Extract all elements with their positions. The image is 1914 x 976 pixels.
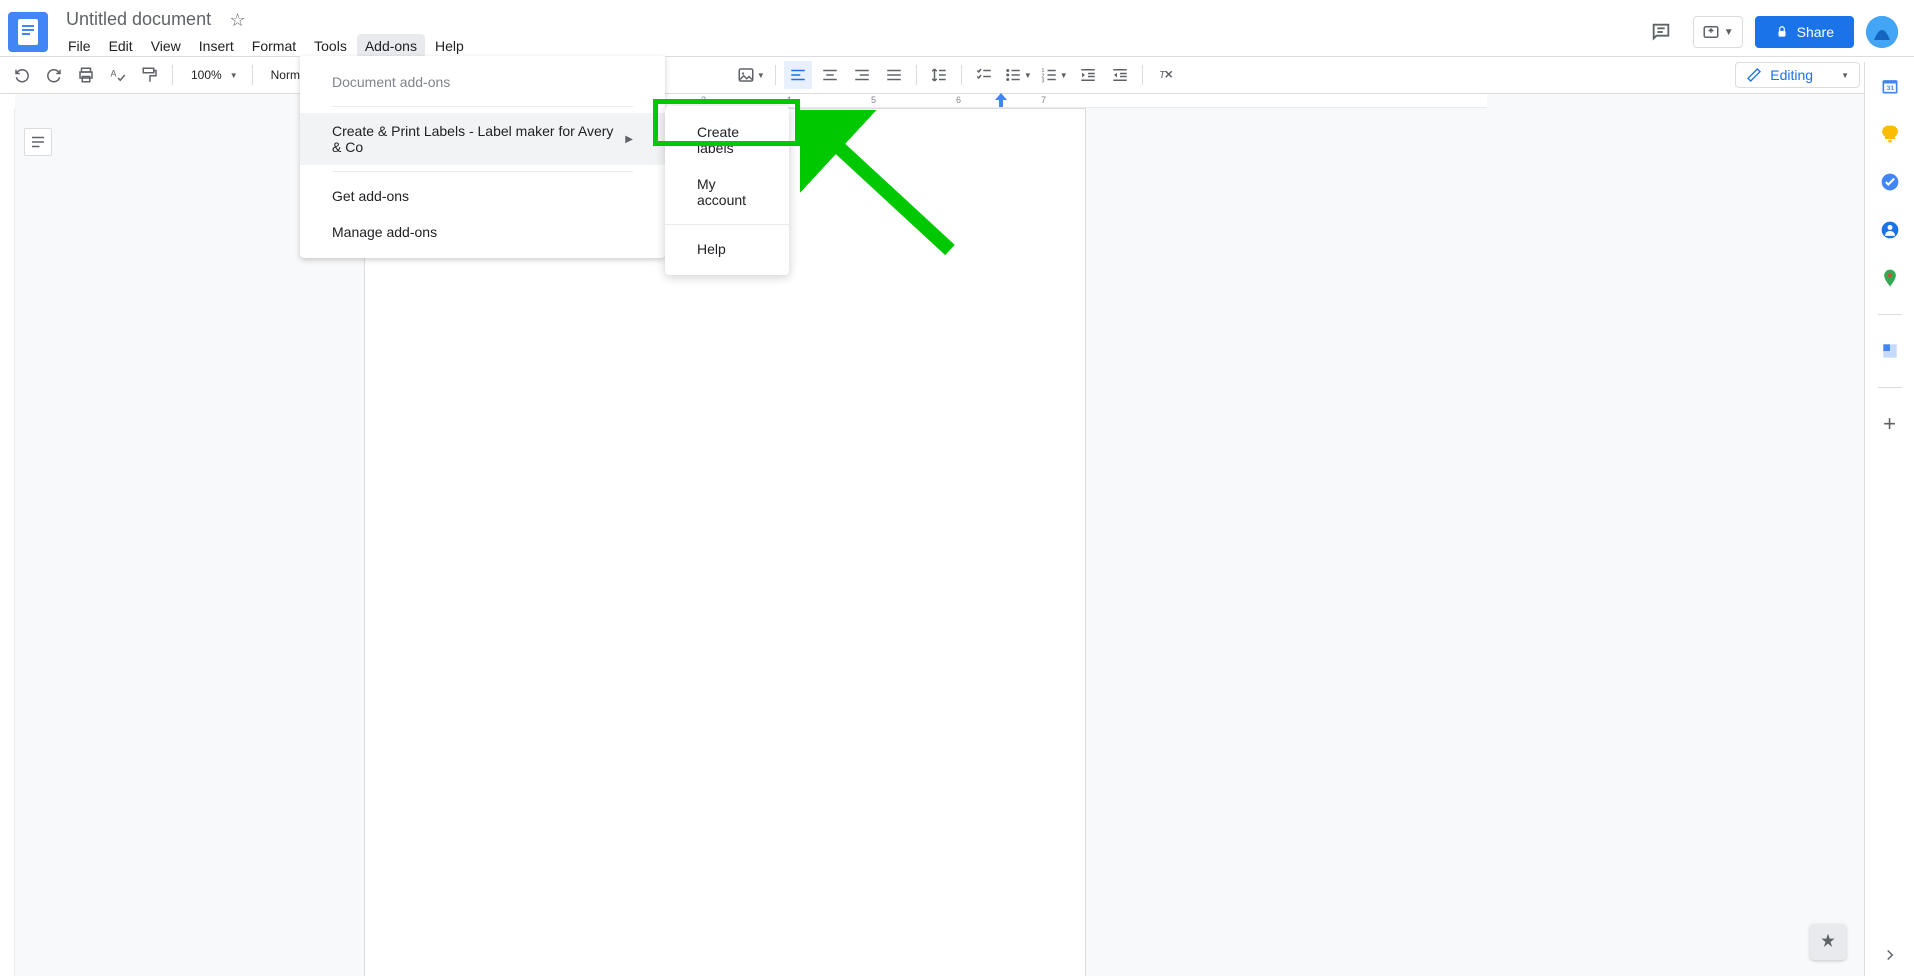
share-label: Share xyxy=(1797,24,1834,40)
labelmaker-submenu: Create labels My account Help xyxy=(665,106,789,275)
checklist-button[interactable] xyxy=(970,61,998,89)
redo-button[interactable] xyxy=(40,61,68,89)
align-justify-button[interactable] xyxy=(880,61,908,89)
submenu-arrow-icon: ▶ xyxy=(625,134,633,145)
print-button[interactable] xyxy=(72,61,100,89)
menu-insert[interactable]: Insert xyxy=(191,34,242,58)
numbered-list-button[interactable]: 123▼ xyxy=(1038,61,1070,89)
paint-format-button[interactable] xyxy=(136,61,164,89)
zoom-dropdown[interactable]: 100%▼ xyxy=(181,61,244,89)
create-labels-item[interactable]: Create labels xyxy=(665,114,789,166)
vertical-ruler[interactable] xyxy=(0,108,15,976)
addons-menu-header: Document add-ons xyxy=(300,64,665,100)
align-center-button[interactable] xyxy=(816,61,844,89)
star-icon[interactable]: ☆ xyxy=(230,10,246,30)
menu-help[interactable]: Help xyxy=(427,34,472,58)
calendar-icon[interactable]: 31 xyxy=(1878,74,1902,98)
spellcheck-button[interactable]: A xyxy=(104,61,132,89)
svg-text:T: T xyxy=(1159,69,1167,81)
account-avatar[interactable] xyxy=(1866,16,1898,48)
decrease-indent-button[interactable] xyxy=(1074,61,1102,89)
tasks-icon[interactable] xyxy=(1878,170,1902,194)
menu-edit[interactable]: Edit xyxy=(101,34,141,58)
toolbar: A 100%▼ Normal text▼ ▼ ▼ 123▼ T Editing … xyxy=(0,56,1914,94)
menubar: File Edit View Insert Format Tools Add-o… xyxy=(60,34,1641,58)
menu-addons[interactable]: Add-ons xyxy=(357,34,425,58)
menu-file[interactable]: File xyxy=(60,34,99,58)
svg-text:31: 31 xyxy=(1886,85,1894,92)
insert-image-button[interactable]: ▼ xyxy=(735,61,767,89)
side-panel: 31 + xyxy=(1864,62,1914,976)
addon-labelmaker-item[interactable]: Create & Print Labels - Label maker for … xyxy=(300,113,665,165)
contacts-icon[interactable] xyxy=(1878,218,1902,242)
document-canvas xyxy=(15,94,1864,976)
addon-jigsaw-icon[interactable] xyxy=(1878,339,1902,363)
explore-button[interactable] xyxy=(1810,924,1846,960)
svg-text:A: A xyxy=(111,69,117,79)
docs-logo-icon[interactable] xyxy=(8,12,48,52)
align-left-button[interactable] xyxy=(784,61,812,89)
increase-indent-button[interactable] xyxy=(1106,61,1134,89)
menu-tools[interactable]: Tools xyxy=(306,34,355,58)
editing-mode-button[interactable]: Editing ▼ xyxy=(1735,62,1860,88)
align-right-button[interactable] xyxy=(848,61,876,89)
hide-sidepanel-button[interactable] xyxy=(1881,946,1899,964)
get-addons-item[interactable]: Get add-ons xyxy=(300,178,665,214)
menu-view[interactable]: View xyxy=(143,34,189,58)
addons-dropdown-menu: Document add-ons Create & Print Labels -… xyxy=(300,56,665,258)
ruler-right-indent-marker[interactable] xyxy=(995,93,1007,107)
undo-button[interactable] xyxy=(8,61,36,89)
document-title[interactable]: Untitled document xyxy=(60,7,217,32)
comment-history-icon[interactable] xyxy=(1641,12,1681,52)
bulleted-list-button[interactable]: ▼ xyxy=(1002,61,1034,89)
maps-icon[interactable] xyxy=(1878,266,1902,290)
manage-addons-item[interactable]: Manage add-ons xyxy=(300,214,665,250)
my-account-item[interactable]: My account xyxy=(665,166,789,218)
chevron-down-icon: ▼ xyxy=(1724,27,1734,38)
keep-icon[interactable] xyxy=(1878,122,1902,146)
outline-toggle-button[interactable] xyxy=(24,128,52,156)
addon-help-item[interactable]: Help xyxy=(665,231,789,267)
share-button[interactable]: Share xyxy=(1755,16,1854,48)
line-spacing-button[interactable] xyxy=(925,61,953,89)
clear-formatting-button[interactable]: T xyxy=(1151,61,1179,89)
menu-format[interactable]: Format xyxy=(244,34,304,58)
present-button[interactable]: ▼ xyxy=(1693,16,1743,48)
svg-text:3: 3 xyxy=(1041,79,1044,85)
get-addons-plus-icon[interactable]: + xyxy=(1878,412,1902,436)
